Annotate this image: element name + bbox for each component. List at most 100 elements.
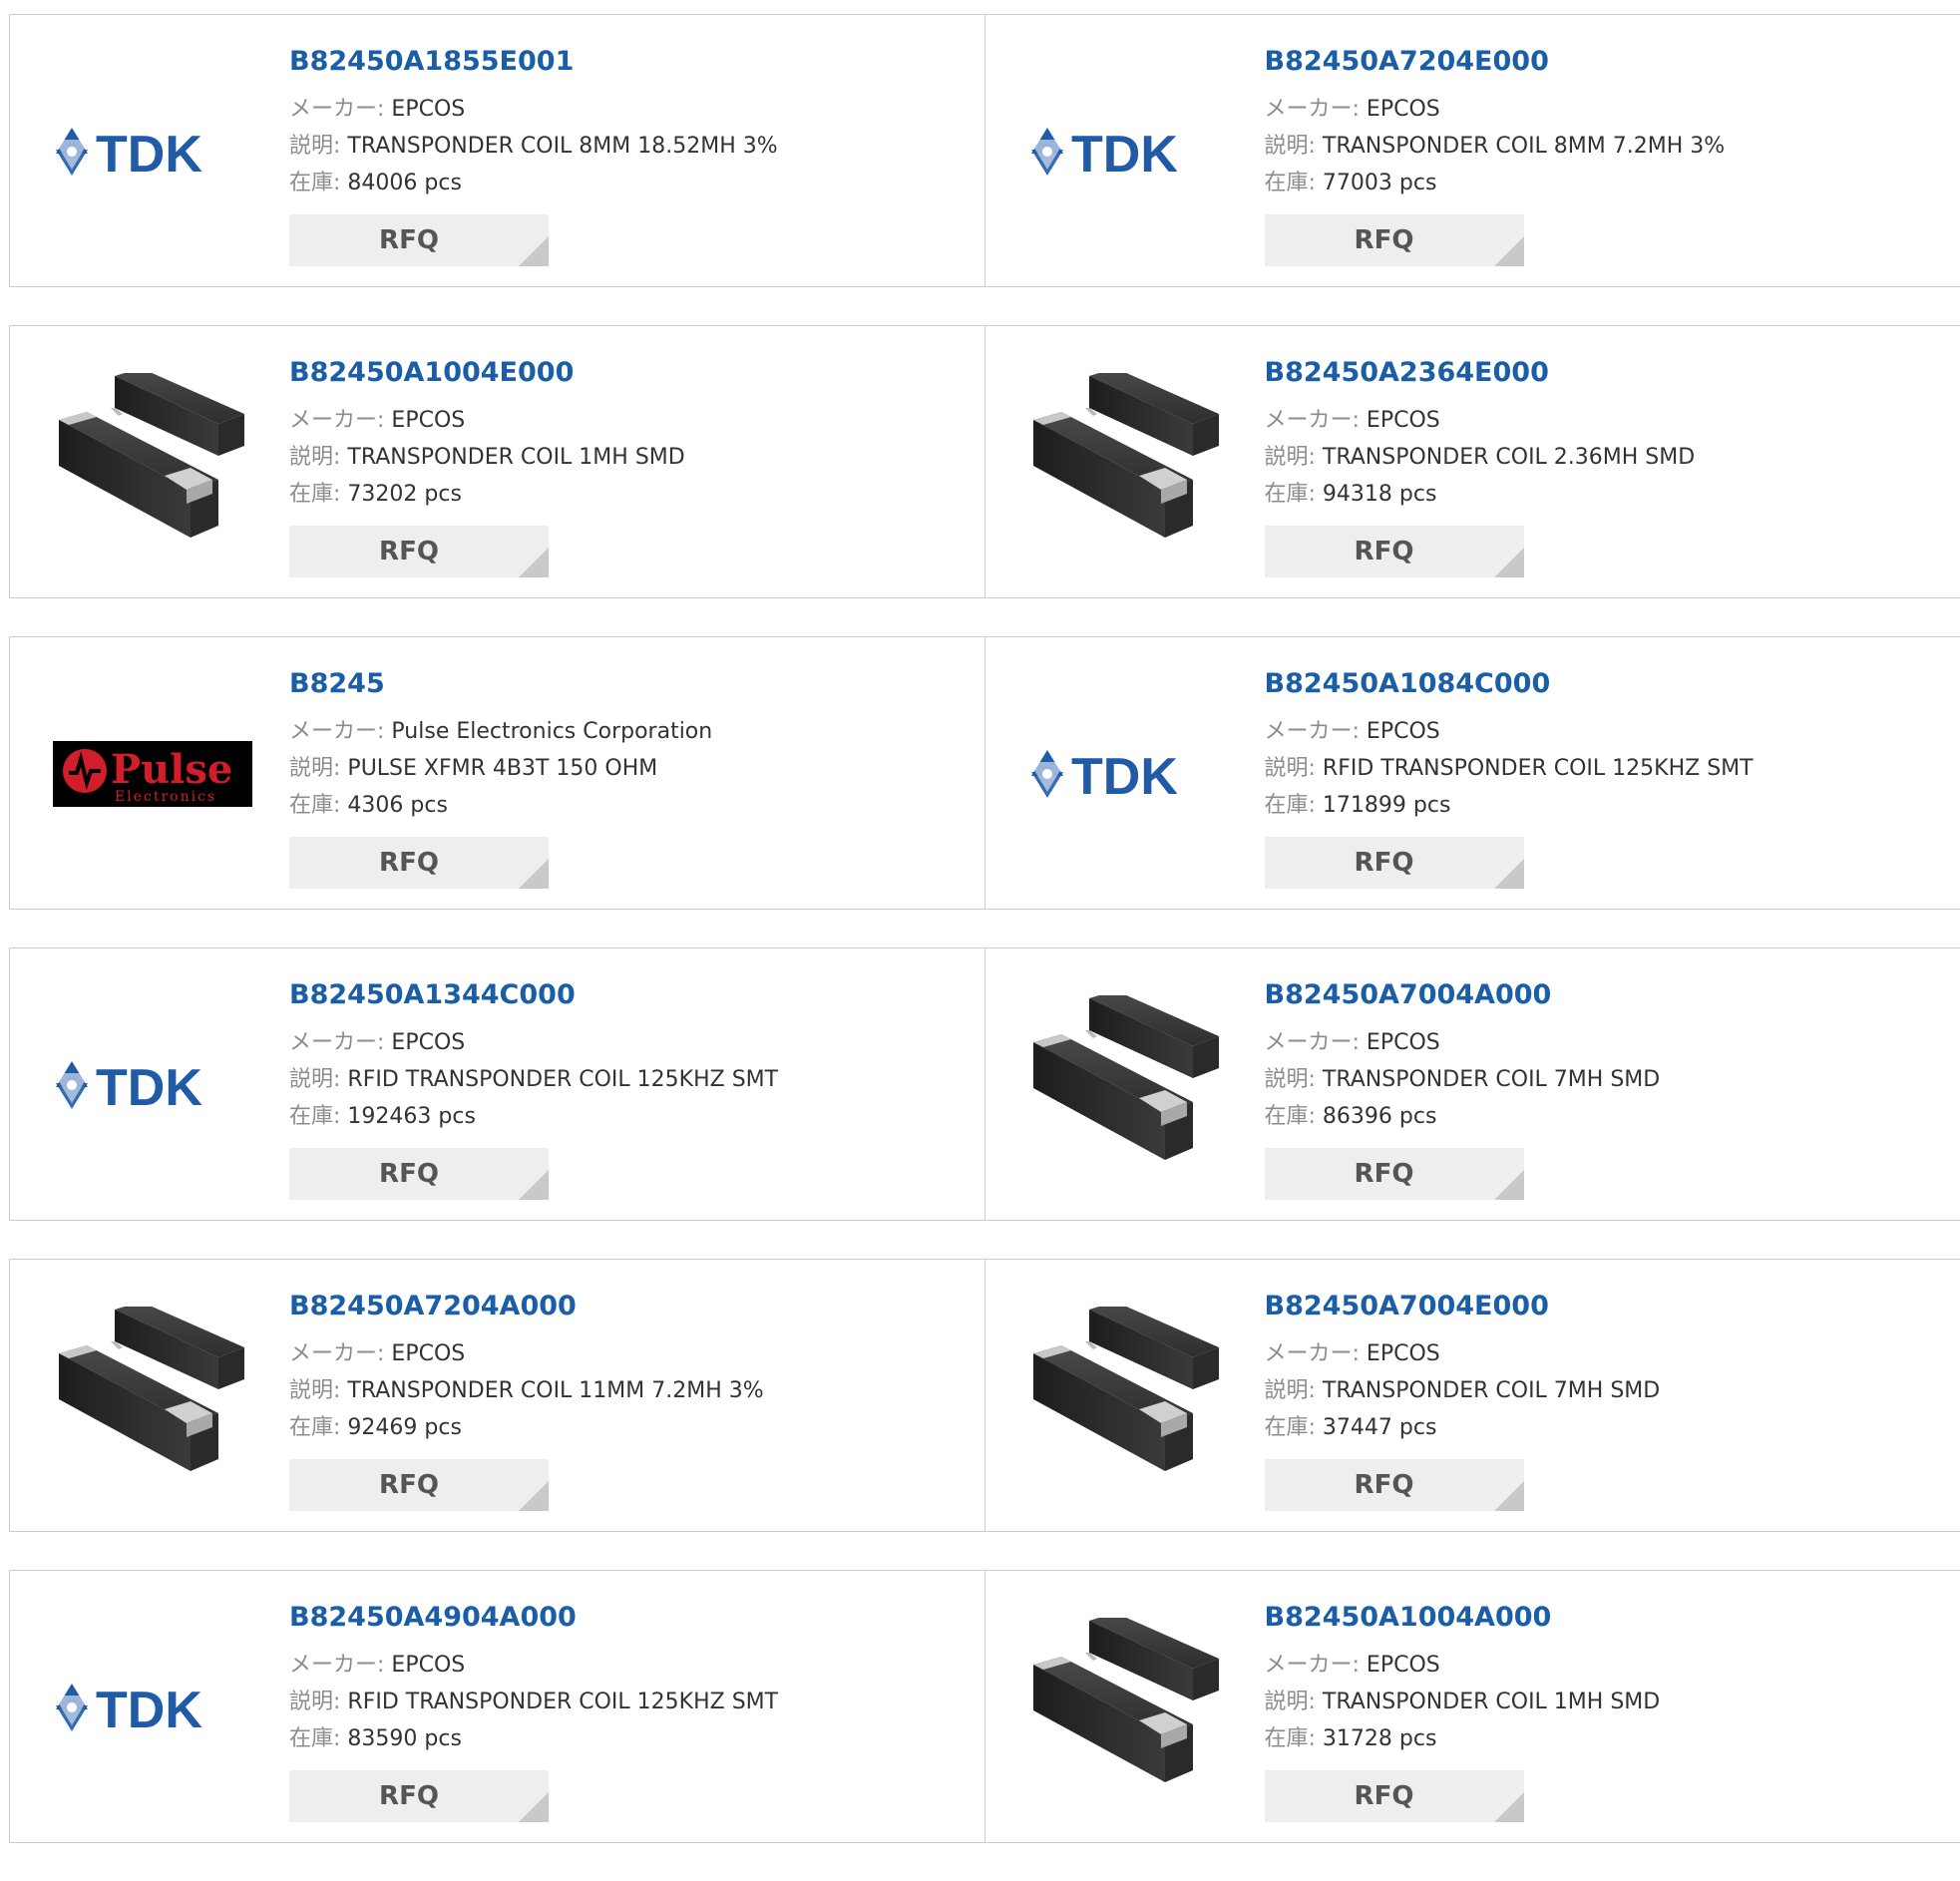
rfq-corner-decoration [519, 236, 549, 266]
rfq-corner-decoration [519, 548, 549, 577]
product-thumbnail[interactable]: TDK [50, 995, 254, 1175]
stock-line: 在庫: 73202 pcs [289, 476, 975, 513]
part-number-link[interactable]: B82450A1004A000 [1265, 1601, 1951, 1635]
product-card: B82450A7004E000 メーカー: EPCOS 説明: TRANSPON… [985, 1260, 1960, 1531]
part-number-link[interactable]: B82450A7004A000 [1265, 978, 1951, 1012]
product-card: B82450A7204A000 メーカー: EPCOS 説明: TRANSPON… [10, 1260, 985, 1531]
maker-line: メーカー: EPCOS [289, 402, 975, 439]
product-thumbnail[interactable]: TDK [50, 1618, 254, 1797]
rfq-button[interactable]: RFQ [1265, 1770, 1524, 1822]
rfq-label: RFQ [1355, 537, 1414, 566]
part-number-link[interactable]: B82450A1084C000 [1265, 667, 1951, 701]
maker-line: メーカー: Pulse Electronics Corporation [289, 713, 975, 750]
stock-line: 在庫: 31728 pcs [1265, 1720, 1951, 1757]
maker-value: EPCOS [1367, 1653, 1440, 1678]
stock-line: 在庫: 83590 pcs [289, 1720, 975, 1757]
description-value: TRANSPONDER COIL 7MH SMD [1323, 1067, 1660, 1092]
product-thumbnail[interactable] [1025, 995, 1230, 1175]
maker-value: EPCOS [391, 1030, 465, 1055]
description-label: 説明: [289, 756, 340, 781]
product-thumbnail[interactable]: TDK [1025, 684, 1230, 864]
product-row: TDK B82450A4904A000 メーカー: EPCOS 説明: RFID… [9, 1570, 1960, 1843]
part-number-link[interactable]: B82450A7204E000 [1265, 45, 1951, 79]
maker-label: メーカー: [1265, 408, 1360, 433]
maker-label: メーカー: [289, 1341, 384, 1366]
coil-photo [53, 1307, 252, 1486]
part-number-link[interactable]: B82450A2364E000 [1265, 356, 1951, 390]
stock-label: 在庫: [289, 793, 340, 818]
description-value: TRANSPONDER COIL 1MH SMD [1323, 1690, 1660, 1714]
rfq-corner-decoration [1494, 236, 1524, 266]
product-row: TDK B82450A1344C000 メーカー: EPCOS 説明: RFID… [9, 947, 1960, 1221]
part-number-link[interactable]: B82450A7204A000 [289, 1290, 975, 1323]
pulse-logo-text: Pulse [111, 746, 232, 793]
rfq-label: RFQ [379, 225, 439, 255]
part-number-link[interactable]: B8245 [289, 667, 975, 701]
tdk-logo-text: TDK [96, 126, 202, 182]
rfq-button[interactable]: RFQ [1265, 214, 1524, 266]
maker-line: メーカー: EPCOS [1265, 402, 1951, 439]
product-thumbnail[interactable] [50, 1307, 254, 1486]
description-value: RFID TRANSPONDER COIL 125KHZ SMT [347, 1067, 778, 1092]
stock-line: 在庫: 92469 pcs [289, 1409, 975, 1446]
rfq-corner-decoration [519, 1792, 549, 1822]
rfq-button[interactable]: RFQ [1265, 1148, 1524, 1200]
maker-label: メーカー: [1265, 1030, 1360, 1055]
product-card: B82450A1004A000 メーカー: EPCOS 説明: TRANSPON… [985, 1571, 1960, 1842]
maker-label: メーカー: [1265, 97, 1360, 122]
maker-value: EPCOS [1367, 408, 1440, 433]
coil-photo [1027, 1618, 1227, 1797]
stock-value: 37447 pcs [1323, 1415, 1437, 1440]
description-value: RFID TRANSPONDER COIL 125KHZ SMT [1323, 756, 1754, 781]
part-number-link[interactable]: B82450A1004E000 [289, 356, 975, 390]
product-thumbnail[interactable] [50, 373, 254, 553]
product-info: B82450A7004E000 メーカー: EPCOS 説明: TRANSPON… [1265, 1290, 1951, 1446]
rfq-label: RFQ [1355, 848, 1414, 878]
product-info: B82450A7204A000 メーカー: EPCOS 説明: TRANSPON… [289, 1290, 975, 1446]
rfq-button[interactable]: RFQ [289, 214, 549, 266]
description-value: TRANSPONDER COIL 8MM 7.2MH 3% [1323, 134, 1725, 159]
tdk-logo: TDK [1025, 122, 1230, 182]
description-value: TRANSPONDER COIL 1MH SMD [347, 445, 684, 470]
stock-label: 在庫: [289, 1415, 340, 1440]
product-info: B82450A1084C000 メーカー: EPCOS 説明: RFID TRA… [1265, 667, 1951, 824]
description-line: 説明: TRANSPONDER COIL 8MM 7.2MH 3% [1265, 128, 1951, 165]
rfq-button[interactable]: RFQ [289, 526, 549, 577]
rfq-button[interactable]: RFQ [289, 1770, 549, 1822]
rfq-button[interactable]: RFQ [1265, 526, 1524, 577]
description-value: TRANSPONDER COIL 8MM 18.52MH 3% [347, 134, 777, 159]
rfq-corner-decoration [1494, 1170, 1524, 1200]
part-number-link[interactable]: B82450A1855E001 [289, 45, 975, 79]
maker-line: メーカー: EPCOS [1265, 1024, 1951, 1061]
maker-label: メーカー: [289, 408, 384, 433]
stock-value: 94318 pcs [1323, 482, 1437, 507]
product-row: Pulse Electronics B8245 メーカー: Pulse Elec… [9, 636, 1960, 910]
product-grid: TDK B82450A1855E001 メーカー: EPCOS 説明: TRAN… [9, 14, 1960, 1881]
part-number-link[interactable]: B82450A7004E000 [1265, 1290, 1951, 1323]
rfq-button[interactable]: RFQ [1265, 1459, 1524, 1511]
description-value: TRANSPONDER COIL 7MH SMD [1323, 1378, 1660, 1403]
part-number-link[interactable]: B82450A1344C000 [289, 978, 975, 1012]
product-thumbnail[interactable] [1025, 373, 1230, 553]
description-label: 説明: [1265, 1067, 1316, 1092]
description-label: 説明: [1265, 1378, 1316, 1403]
product-thumbnail[interactable]: Pulse Electronics [50, 684, 254, 864]
rfq-button[interactable]: RFQ [289, 837, 549, 889]
rfq-button[interactable]: RFQ [289, 1459, 549, 1511]
rfq-button[interactable]: RFQ [289, 1148, 549, 1200]
product-card: TDK B82450A4904A000 メーカー: EPCOS 説明: RFID… [10, 1571, 985, 1842]
description-value: PULSE XFMR 4B3T 150 OHM [347, 756, 657, 781]
stock-label: 在庫: [1265, 1726, 1316, 1751]
product-thumbnail[interactable]: TDK [50, 62, 254, 241]
product-thumbnail[interactable] [1025, 1618, 1230, 1797]
description-line: 説明: TRANSPONDER COIL 1MH SMD [1265, 1684, 1951, 1720]
stock-line: 在庫: 86396 pcs [1265, 1098, 1951, 1135]
product-thumbnail[interactable] [1025, 1307, 1230, 1486]
description-label: 説明: [289, 1378, 340, 1403]
part-number-link[interactable]: B82450A4904A000 [289, 1601, 975, 1635]
product-thumbnail[interactable]: TDK [1025, 62, 1230, 241]
stock-label: 在庫: [289, 482, 340, 507]
maker-value: EPCOS [1367, 1030, 1440, 1055]
rfq-button[interactable]: RFQ [1265, 837, 1524, 889]
description-line: 説明: TRANSPONDER COIL 7MH SMD [1265, 1372, 1951, 1409]
